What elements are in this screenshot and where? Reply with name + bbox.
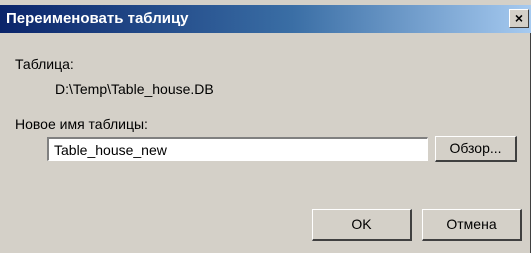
- title-bar[interactable]: Переименовать таблицу ×: [0, 5, 531, 33]
- rename-table-dialog: Переименовать таблицу × Таблица: D:\Temp…: [0, 0, 531, 253]
- close-icon: ×: [514, 10, 524, 26]
- dialog-title: Переименовать таблицу: [6, 10, 189, 27]
- cancel-button[interactable]: Отмена: [422, 209, 522, 241]
- browse-button[interactable]: Обзор...: [435, 136, 517, 162]
- ok-button[interactable]: OK: [312, 209, 412, 241]
- table-path: D:\Temp\Table_house.DB: [55, 81, 214, 97]
- close-button[interactable]: ×: [509, 9, 529, 28]
- new-name-label: Новое имя таблицы:: [15, 116, 148, 132]
- table-label: Таблица:: [15, 56, 74, 72]
- new-name-input[interactable]: Table_house_new: [47, 137, 428, 161]
